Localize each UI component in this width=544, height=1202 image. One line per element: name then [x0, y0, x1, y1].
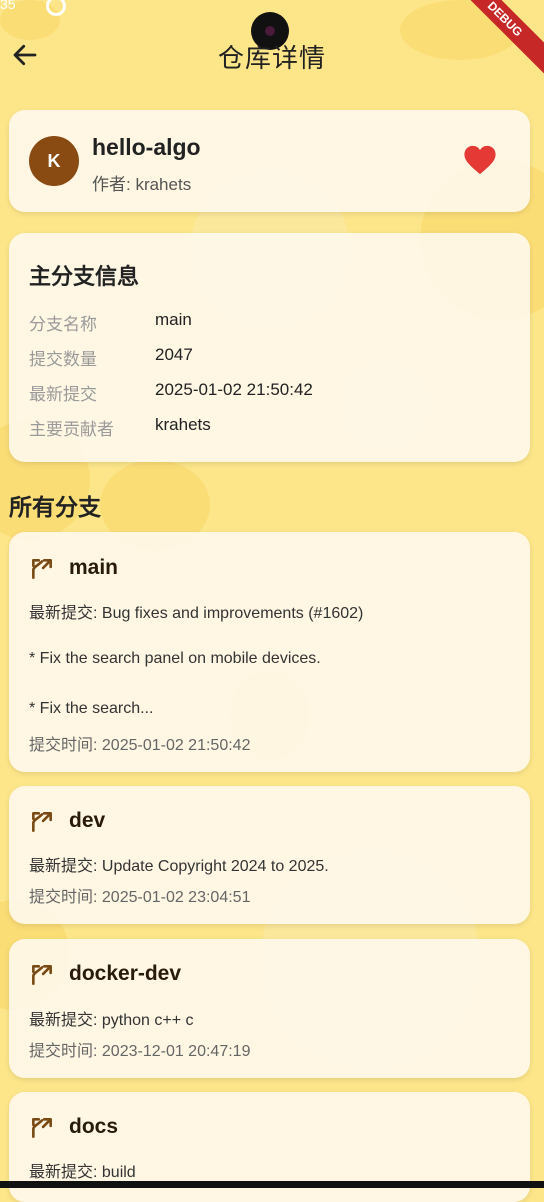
info-row-commit-count: 提交数量 2047 — [29, 345, 509, 369]
branch-card-dev[interactable]: dev 最新提交: Update Copyright 2024 to 2025.… — [9, 786, 530, 924]
branch-name: main — [69, 556, 119, 579]
all-branches-heading: 所有分支 — [9, 494, 101, 520]
info-label: 主要贡献者 — [29, 420, 114, 439]
branch-commit-message: 最新提交: Update Copyright 2024 to 2025. — [29, 858, 329, 875]
branch-commit-message: 最新提交: python c++ c — [29, 1012, 194, 1029]
branch-icon — [32, 559, 52, 579]
status-time: 35 — [0, 0, 16, 12]
info-row-latest-commit: 最新提交 2025-01-02 21:50:42 — [29, 380, 509, 404]
sync-status-icon — [46, 0, 66, 16]
branch-commit-message: * Fix the search panel on mobile devices… — [29, 650, 321, 667]
repo-card: K hello-algo 作者: krahets — [9, 110, 530, 212]
branch-commit-message: 最新提交: build — [29, 1164, 136, 1181]
branch-card-docker-dev[interactable]: docker-dev 最新提交: python c++ c 提交时间: 2023… — [9, 939, 530, 1078]
branch-name: docker-dev — [69, 962, 182, 985]
repo-name: hello-algo — [92, 134, 201, 160]
branch-commit-time: 提交时间: 2025-01-02 23:04:51 — [29, 889, 251, 906]
info-value: 2025-01-02 21:50:42 — [155, 380, 313, 399]
branch-commit-message: 最新提交: Bug fixes and improvements (#1602) — [29, 605, 364, 622]
branch-icon — [32, 812, 52, 832]
page-title: 仓库详情 — [217, 43, 326, 73]
avatar: K — [29, 136, 79, 186]
main-branch-info-card: 主分支信息 分支名称 main 提交数量 2047 最新提交 2025-01-0… — [9, 233, 530, 462]
app-bar: 35 DEBUG 仓库详情 — [0, 0, 544, 110]
branch-name: docs — [69, 1115, 119, 1138]
info-value: 2047 — [155, 345, 193, 364]
info-card-title: 主分支信息 — [29, 264, 140, 289]
branch-card-main[interactable]: main 最新提交: Bug fixes and improvements (#… — [9, 532, 530, 772]
info-label: 最新提交 — [29, 385, 97, 404]
branch-icon — [32, 965, 52, 985]
branch-commit-time: 提交时间: 2023-12-01 20:47:19 — [29, 1043, 251, 1060]
branch-commit-time: 提交时间: 2025-01-02 21:50:42 — [29, 737, 251, 754]
system-nav-bar — [0, 1181, 544, 1188]
branch-name: dev — [69, 809, 106, 832]
branch-icon — [32, 1118, 52, 1138]
info-label: 分支名称 — [29, 315, 97, 334]
info-label: 提交数量 — [29, 350, 97, 369]
info-value: main — [155, 310, 192, 329]
info-row-top-contributor: 主要贡献者 krahets — [29, 415, 509, 439]
info-value: krahets — [155, 415, 211, 434]
branch-commit-message: * Fix the search... — [29, 700, 154, 717]
repo-author: 作者: krahets — [92, 175, 192, 194]
info-row-branch-name: 分支名称 main — [29, 310, 509, 334]
heart-icon[interactable] — [463, 144, 497, 176]
